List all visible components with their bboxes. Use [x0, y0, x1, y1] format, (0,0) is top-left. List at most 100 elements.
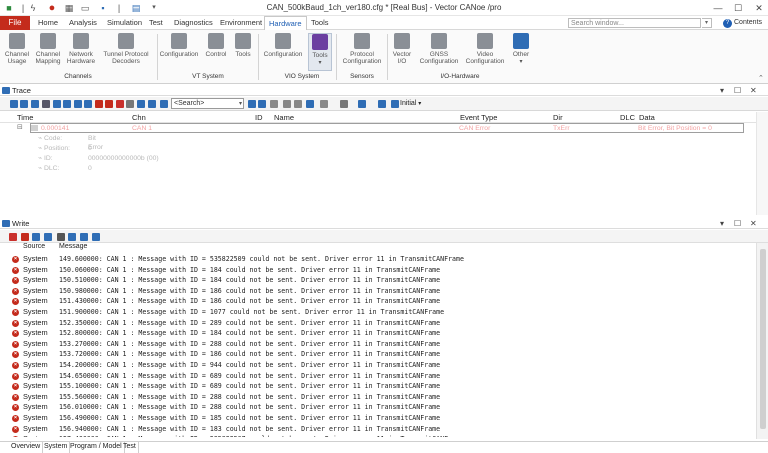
write-menu-icon[interactable]: ▾	[720, 218, 724, 229]
vt-tools-button[interactable]: Tools	[232, 33, 254, 58]
write-row[interactable]: × System 151.900000: CAN 1 : Message with …	[0, 307, 756, 318]
file-tab[interactable]: File	[0, 16, 30, 30]
clear-icon[interactable]	[95, 100, 103, 108]
predefined-filter-icon[interactable]	[84, 100, 92, 108]
font-icon[interactable]	[358, 100, 366, 108]
channel-mapping-button[interactable]: Channel Mapping	[33, 33, 63, 65]
chronological-icon[interactable]	[31, 100, 39, 108]
layout-icon[interactable]	[340, 100, 348, 108]
write-row[interactable]: × System 150.060000: CAN 1 : Message with …	[0, 265, 756, 276]
col-source[interactable]: Source	[23, 243, 45, 250]
search-prev-icon[interactable]	[258, 100, 266, 108]
trace-close-icon[interactable]: ✕	[750, 85, 757, 96]
trace-maximize-icon[interactable]: ☐	[734, 85, 741, 96]
write-row[interactable]: × System 154.650000: CAN 1 : Message with …	[0, 371, 756, 382]
write-row[interactable]: × System 152.800000: CAN 1 : Message with …	[0, 328, 756, 339]
write-row[interactable]: × System 157.400000: CAN 1 : Message with …	[0, 434, 756, 437]
tab-system[interactable]: System	[42, 442, 71, 453]
tab-test[interactable]: Test	[145, 16, 167, 30]
col-name[interactable]: Name	[274, 113, 294, 122]
col-message[interactable]: Message	[59, 243, 87, 250]
write-save-icon[interactable]	[68, 233, 76, 241]
write-row[interactable]: × System 156.010000: CAN 1 : Message with …	[0, 402, 756, 413]
col-time[interactable]: Time	[17, 113, 33, 122]
initial-layout-button[interactable]: Initial ▾	[400, 98, 421, 110]
write-row[interactable]: × System 153.270000: CAN 1 : Message with …	[0, 339, 756, 350]
write-row[interactable]: × System 156.940000: CAN 1 : Message with …	[0, 424, 756, 435]
write-row[interactable]: × System 149.600000: CAN 1 : Message with …	[0, 254, 756, 265]
dock-icon[interactable]	[126, 100, 134, 108]
filter-edit-icon[interactable]	[74, 100, 82, 108]
write-row[interactable]: × System 153.720000: CAN 1 : Message with …	[0, 349, 756, 360]
expand-minus-icon[interactable]: ⊟	[17, 123, 23, 131]
trace-menu-icon[interactable]: ▾	[720, 85, 724, 96]
write-export-icon[interactable]	[80, 233, 88, 241]
write-row[interactable]: × System 150.510000: CAN 1 : Message with …	[0, 275, 756, 286]
write-row[interactable]: × System 150.980000: CAN 1 : Message with …	[0, 286, 756, 297]
protocol-configuration-button[interactable]: Protocol Configuration	[340, 33, 384, 65]
tab-hardware[interactable]: Hardware	[264, 16, 307, 31]
write-scrollbar[interactable]	[756, 243, 768, 439]
write-row[interactable]: × System 155.100000: CAN 1 : Message with …	[0, 381, 756, 392]
trace-row-error[interactable]: 0.000141 CAN 1 CAN Error TxErr Bit Error…	[30, 123, 744, 133]
jump-icon[interactable]	[306, 100, 314, 108]
detail-view-icon[interactable]	[20, 100, 28, 108]
mark-icon[interactable]	[160, 100, 168, 108]
vt-configuration-button[interactable]: Configuration	[158, 33, 200, 58]
write-pause-icon[interactable]	[9, 233, 17, 241]
write-copy-icon[interactable]	[44, 233, 52, 241]
delete-icon[interactable]	[105, 100, 113, 108]
tab-diagnostics[interactable]: Diagnostics	[170, 16, 217, 30]
tab-analysis[interactable]: Analysis	[65, 16, 101, 30]
column-config-icon[interactable]	[148, 100, 156, 108]
write-config-icon[interactable]	[92, 233, 100, 241]
col-event-type[interactable]: Event Type	[460, 113, 497, 122]
write-row[interactable]: × System 151.430000: CAN 1 : Message with …	[0, 296, 756, 307]
gnss-configuration-button[interactable]: GNSS Configuration	[418, 33, 460, 65]
back-icon[interactable]	[283, 100, 291, 108]
contents-link[interactable]: ? Contents	[723, 17, 762, 29]
filter-icon[interactable]	[53, 100, 61, 108]
tab-program-model[interactable]: Program / Model	[68, 442, 125, 453]
col-id[interactable]: ID	[255, 113, 263, 122]
col-dlc[interactable]: DLC	[620, 113, 635, 122]
vio-configuration-button[interactable]: Configuration	[262, 33, 304, 58]
search-dropdown-icon[interactable]: ▾	[702, 18, 712, 28]
tab-test-bottom[interactable]: Test	[121, 442, 139, 453]
search-next-icon[interactable]	[248, 100, 256, 108]
forward-icon[interactable]	[294, 100, 302, 108]
other-button[interactable]: Other ▾	[510, 33, 532, 66]
write-row[interactable]: × System 156.490000: CAN 1 : Message with …	[0, 413, 756, 424]
vt-control-button[interactable]: Control	[202, 33, 230, 58]
settings-icon[interactable]	[378, 100, 386, 108]
write-row[interactable]: × System 154.200000: CAN 1 : Message with …	[0, 360, 756, 371]
trace-search-input[interactable]: <Search> ▾	[171, 98, 244, 109]
video-configuration-button[interactable]: Video Configuration	[464, 33, 506, 65]
write-row[interactable]: × System 155.560000: CAN 1 : Message with …	[0, 392, 756, 403]
col-chn[interactable]: Chn	[132, 113, 146, 122]
write-row[interactable]: × System 152.350000: CAN 1 : Message with …	[0, 318, 756, 329]
write-delete-icon[interactable]	[32, 233, 40, 241]
collapse-ribbon-icon[interactable]: ⌃	[758, 74, 764, 82]
trace-scrollbar[interactable]	[756, 112, 768, 215]
tab-home[interactable]: Home	[34, 16, 62, 30]
pause-icon[interactable]	[116, 100, 124, 108]
maximize-button[interactable]: ☐	[731, 2, 745, 14]
tunnel-protocol-decoders-button[interactable]: Tunnel Protocol Decoders	[100, 33, 152, 65]
view-mode-icon[interactable]	[137, 100, 145, 108]
minimize-button[interactable]: —	[711, 2, 725, 14]
toggle-view-icon[interactable]	[10, 100, 18, 108]
find-icon[interactable]	[270, 100, 278, 108]
write-scrollbar-thumb[interactable]	[760, 249, 766, 429]
write-close-icon[interactable]: ✕	[750, 218, 757, 229]
tab-simulation[interactable]: Simulation	[103, 16, 146, 30]
vector-io-button[interactable]: Vector I/O	[390, 33, 414, 65]
write-find-icon[interactable]	[57, 233, 65, 241]
tab-tools[interactable]: Tools	[307, 16, 333, 30]
filter-red-icon[interactable]	[63, 100, 71, 108]
search-window-input[interactable]: Search window...	[568, 18, 701, 28]
scroll-icon[interactable]	[42, 100, 50, 108]
close-window-button[interactable]: ✕	[752, 2, 766, 14]
write-clear-icon[interactable]	[21, 233, 29, 241]
col-data[interactable]: Data	[639, 113, 655, 122]
